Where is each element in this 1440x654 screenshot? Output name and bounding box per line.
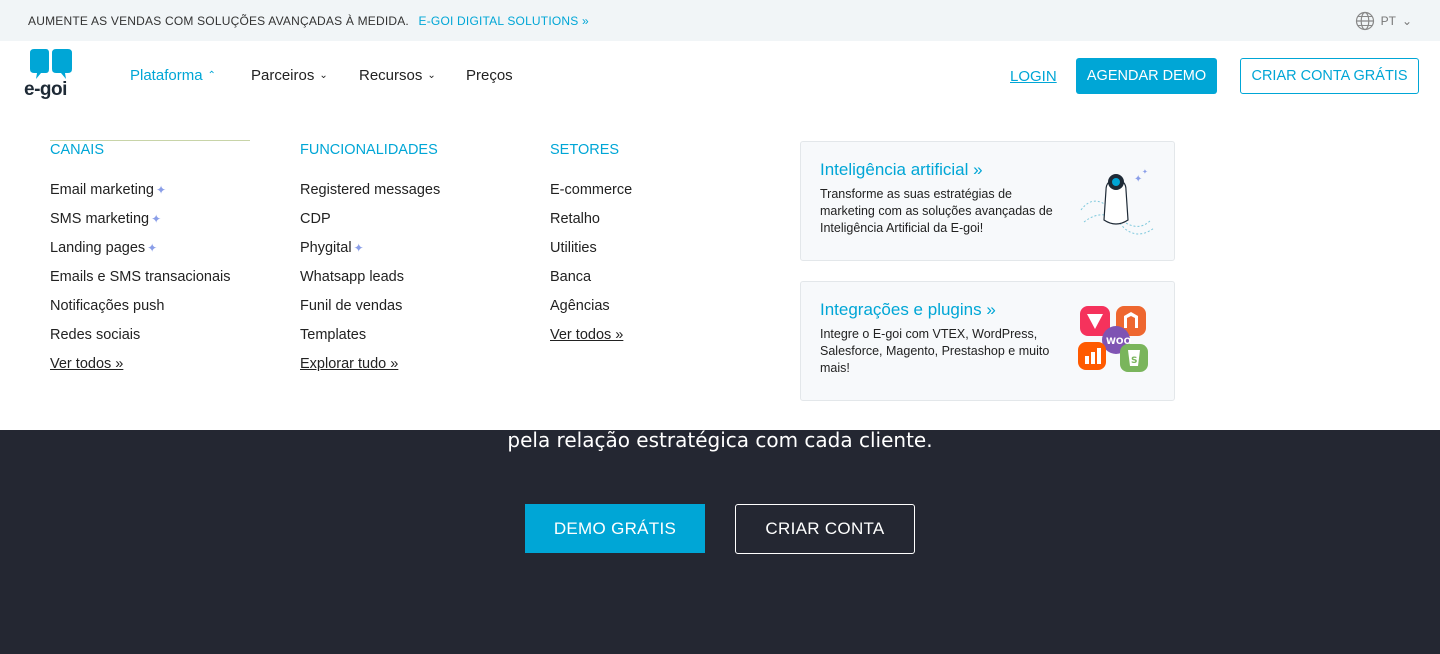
announcement-bar: AUMENTE AS VENDAS COM SOLUÇÕES AVANÇADAS… — [0, 0, 1440, 41]
menu-item-phygital[interactable]: Phygital ✦ — [300, 233, 500, 262]
header-mega-menu: e-goi Plataforma ⌃ Parceiros ⌄ Recursos … — [0, 41, 1440, 430]
promo-text: AUMENTE AS VENDAS COM SOLUÇÕES AVANÇADAS… — [28, 14, 409, 28]
menu-item-label: Landing pages — [50, 239, 146, 256]
promo-banner: AUMENTE AS VENDAS COM SOLUÇÕES AVANÇADAS… — [28, 14, 589, 28]
nav-plataforma[interactable]: Plataforma ⌃ — [130, 67, 251, 84]
menu-item-label: SMS marketing — [50, 210, 150, 227]
schedule-demo-button[interactable]: AGENDAR DEMO — [1076, 58, 1217, 94]
sparkle-icon: ✦ — [155, 182, 167, 197]
menu-item-utilities[interactable]: Utilities — [550, 233, 750, 262]
card-title: Integrações e plugins » — [820, 300, 996, 319]
card-text: Transforme as suas estratégias de market… — [820, 187, 1053, 235]
promo-link[interactable]: E-GOI DIGITAL SOLUTIONS » — [419, 14, 589, 28]
nav-recursos[interactable]: Recursos ⌄ — [359, 67, 466, 84]
free-demo-button[interactable]: DEMO GRÁTIS — [525, 504, 705, 553]
svg-text:S: S — [1131, 356, 1137, 366]
menu-column-funcionalidades: FUNCIONALIDADES Registered messages CDP … — [300, 142, 500, 378]
menu-see-all-setores[interactable]: Ver todos » — [550, 320, 750, 349]
nav-precos[interactable]: Preços — [466, 67, 513, 84]
menu-item-sms-marketing[interactable]: SMS marketing ✦ — [50, 204, 250, 233]
menu-divider — [50, 140, 250, 141]
globe-icon — [1355, 11, 1374, 31]
plugin-logos-icon: WOO S — [1078, 306, 1148, 372]
column-title: CANAIS — [50, 142, 104, 158]
menu-item-templates[interactable]: Templates — [300, 320, 500, 349]
nav-label: Plataforma — [130, 67, 203, 84]
menu-item-redes-sociais[interactable]: Redes sociais — [50, 320, 250, 349]
language-label: PT — [1380, 14, 1396, 28]
menu-item-label: Email marketing — [50, 181, 154, 198]
card-text: Integre o E-goi com VTEX, WordPress, Sal… — [820, 327, 1050, 375]
menu-item-retalho[interactable]: Retalho — [550, 204, 750, 233]
login-link[interactable]: LOGIN — [1010, 68, 1057, 85]
robot-icon: ✦ ✦ — [1080, 168, 1155, 235]
menu-item-cdp[interactable]: CDP — [300, 204, 500, 233]
chevron-down-icon: ⌄ — [427, 70, 436, 81]
chevron-down-icon: ⌄ — [1401, 14, 1412, 28]
menu-item-banca[interactable]: Banca — [550, 262, 750, 291]
menu-column-setores: SETORES E-commerce Retalho Utilities Ban… — [550, 142, 750, 349]
nav-label: Preços — [466, 67, 513, 84]
integrations-promo-card[interactable]: Integrações e plugins » Integre o E-goi … — [800, 281, 1175, 401]
menu-item-email-marketing[interactable]: Email marketing ✦ — [50, 175, 250, 204]
column-title: SETORES — [550, 142, 620, 158]
menu-item-whatsapp-leads[interactable]: Whatsapp leads — [300, 262, 500, 291]
menu-see-all-canais[interactable]: Ver todos » — [50, 349, 250, 378]
create-free-account-button[interactable]: CRIAR CONTA GRÁTIS — [1240, 58, 1419, 94]
nav-parceiros[interactable]: Parceiros ⌄ — [251, 67, 359, 84]
hero-subtitle: pela relação estratégica com cada client… — [507, 428, 933, 452]
language-selector[interactable]: PT ⌄ — [1355, 11, 1412, 31]
menu-item-push[interactable]: Notificações push — [50, 291, 250, 320]
menu-explore-all[interactable]: Explorar tudo » — [300, 349, 500, 378]
nav-label: Recursos — [359, 67, 423, 84]
sparkle-icon: ✦ — [353, 240, 364, 255]
menu-item-label: Phygital — [300, 239, 352, 256]
chevron-up-icon: ⌃ — [207, 70, 216, 81]
column-title: FUNCIONALIDADES — [300, 142, 438, 158]
menu-item-transacionais[interactable]: Emails e SMS transacionais — [50, 262, 250, 291]
menu-column-canais: CANAIS Email marketing ✦ SMS marketing ✦ L… — [50, 142, 250, 378]
menu-item-registered-messages[interactable]: Registered messages — [300, 175, 500, 204]
sparkle-icon: ✦ — [147, 240, 158, 255]
nav-label: Parceiros — [251, 67, 315, 84]
main-nav: Plataforma ⌃ Parceiros ⌄ Recursos ⌄ Preç… — [130, 67, 513, 84]
ai-promo-card[interactable]: Inteligência artificial » Transforme as … — [800, 141, 1175, 261]
menu-item-funil[interactable]: Funil de vendas — [300, 291, 500, 320]
logo-text: e-goi — [24, 79, 67, 100]
card-title: Inteligência artificial » — [820, 160, 983, 179]
menu-item-landing-pages[interactable]: Landing pages ✦ — [50, 233, 250, 262]
create-account-button[interactable]: CRIAR CONTA — [735, 504, 915, 554]
chevron-down-icon: ⌄ — [319, 70, 328, 81]
menu-item-agencias[interactable]: Agências — [550, 291, 750, 320]
menu-item-ecommerce[interactable]: E-commerce — [550, 175, 750, 204]
sparkle-icon: ✦ — [151, 211, 162, 226]
svg-text:✦: ✦ — [1142, 168, 1148, 176]
